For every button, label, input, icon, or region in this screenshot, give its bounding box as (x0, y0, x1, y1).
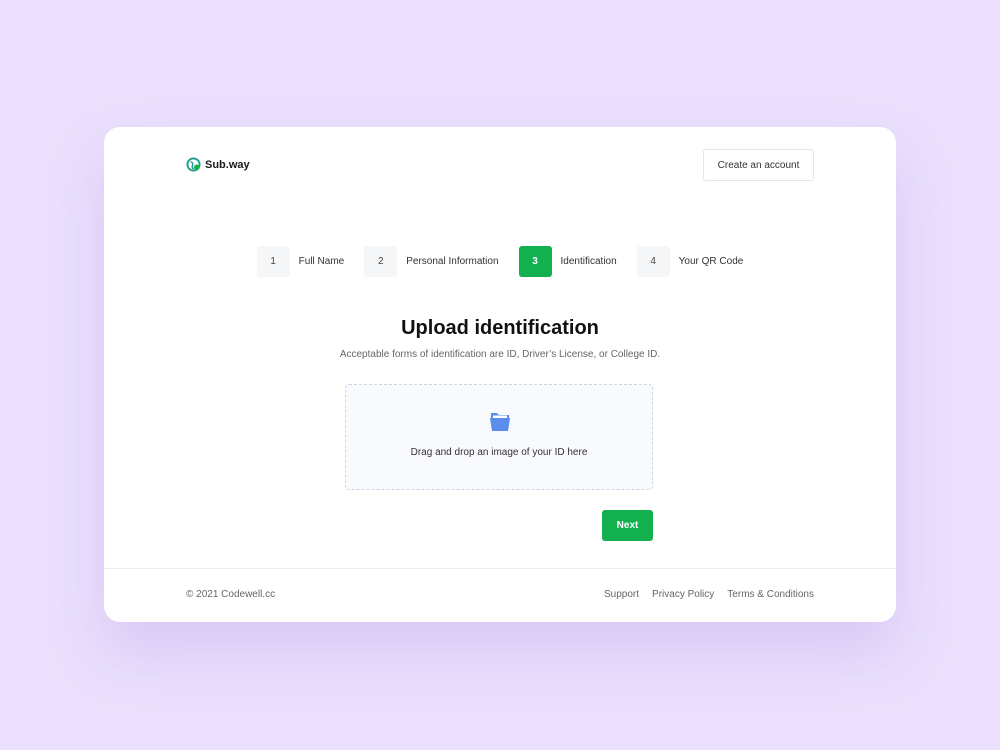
copyright-text: © 2021 Codewell.cc (186, 589, 276, 600)
brand-name: Sub.way (205, 158, 250, 171)
create-account-button[interactable]: Create an account (703, 149, 814, 181)
step-label: Your QR Code (678, 256, 744, 267)
step-label: Identification (560, 256, 617, 267)
step-full-name[interactable]: 1 Full Name (256, 246, 365, 277)
step-number: 4 (636, 246, 670, 277)
step-number: 2 (364, 246, 398, 277)
next-button[interactable]: Next (602, 510, 653, 541)
footer-links: Support Privacy Policy Terms & Condition… (604, 589, 814, 600)
page-title: Upload identification (401, 317, 599, 339)
step-personal-information[interactable]: 2 Personal Information (364, 246, 518, 277)
step-your-qr-code[interactable]: 4 Your QR Code (636, 246, 744, 277)
id-upload-dropzone[interactable]: Drag and drop an image of your ID here (345, 384, 653, 490)
page-subtitle: Acceptable forms of identification are I… (339, 349, 661, 360)
signup-card: Sub.way Create an account 1 Full Name 2 … (104, 127, 896, 622)
terms-conditions-link[interactable]: Terms & Conditions (727, 589, 814, 600)
dropzone-text: Drag and drop an image of your ID here (410, 447, 588, 458)
globe-logo-icon (186, 157, 201, 172)
step-label: Full Name (298, 256, 345, 267)
step-label: Personal Information (406, 256, 499, 267)
privacy-policy-link[interactable]: Privacy Policy (652, 589, 714, 600)
step-number: 3 (518, 246, 552, 277)
open-folder-icon (490, 413, 510, 431)
footer-divider (104, 568, 896, 569)
progress-steps: 1 Full Name 2 Personal Information 3 Ide… (104, 246, 896, 277)
header: Sub.way Create an account (104, 127, 896, 203)
brand-logo[interactable]: Sub.way (186, 157, 250, 172)
step-number: 1 (256, 246, 290, 277)
step-identification[interactable]: 3 Identification (518, 246, 637, 277)
support-link[interactable]: Support (604, 589, 639, 600)
